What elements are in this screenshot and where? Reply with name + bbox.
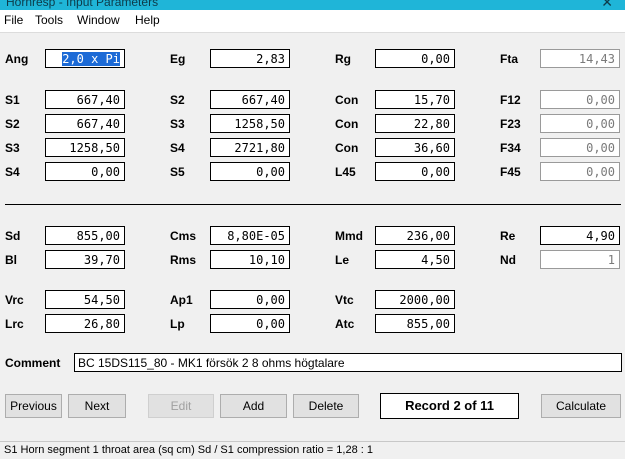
ang-field[interactable]: 2,0 x Pi xyxy=(45,49,125,68)
label-vrc: Vrc xyxy=(5,293,24,307)
eg-field[interactable]: 2,83 xyxy=(210,49,290,68)
ang-value: 2,0 x Pi xyxy=(62,52,120,66)
label-s3: S3 xyxy=(5,141,20,155)
label-ap1: Ap1 xyxy=(170,293,193,307)
label-rms: Rms xyxy=(170,253,197,267)
con1-field[interactable]: 15,70 xyxy=(375,90,455,109)
lp-field[interactable]: 0,00 xyxy=(210,314,290,333)
label-re: Re xyxy=(500,229,516,243)
f12-field: 0,00 xyxy=(540,90,620,109)
ap1-field[interactable]: 0,00 xyxy=(210,290,290,309)
label-s1: S1 xyxy=(5,93,20,107)
s3-field[interactable]: 1258,50 xyxy=(45,138,125,157)
delete-button[interactable]: Delete xyxy=(293,394,359,418)
label-lp: Lp xyxy=(170,317,185,331)
next-button[interactable]: Next xyxy=(68,394,126,418)
menu-window[interactable]: Window xyxy=(77,13,120,27)
s1-field[interactable]: 667,40 xyxy=(45,90,125,109)
f45-field: 0,00 xyxy=(540,162,620,181)
label-le: Le xyxy=(335,253,350,267)
edit-button: Edit xyxy=(148,394,214,418)
label-con-1: Con xyxy=(335,93,359,107)
label-vtc: Vtc xyxy=(335,293,354,307)
con3-field[interactable]: 36,60 xyxy=(375,138,455,157)
label-s5: S5 xyxy=(170,165,185,179)
s5-field[interactable]: 0,00 xyxy=(210,162,290,181)
close-icon[interactable]: ✕ xyxy=(601,0,613,10)
label-nd: Nd xyxy=(500,253,516,267)
comment-field[interactable]: BC 15DS115_80 - MK1 försök 2 8 ohms högt… xyxy=(74,353,622,372)
f34-field: 0,00 xyxy=(540,138,620,157)
label-s4: S4 xyxy=(5,165,20,179)
previous-button[interactable]: Previous xyxy=(5,394,62,418)
menu-tools[interactable]: Tools xyxy=(35,13,63,27)
label-fta: Fta xyxy=(500,52,518,66)
rg-field[interactable]: 0,00 xyxy=(375,49,455,68)
label-ang: Ang xyxy=(5,52,29,66)
label-l45: L45 xyxy=(335,165,356,179)
rms-field[interactable]: 10,10 xyxy=(210,250,290,269)
label-atc: Atc xyxy=(335,317,355,331)
label-f45: F45 xyxy=(500,165,521,179)
label-sd: Sd xyxy=(5,229,21,243)
label-cms: Cms xyxy=(170,229,197,243)
s3-seg2-field[interactable]: 1258,50 xyxy=(210,114,290,133)
status-bar: S1 Horn segment 1 throat area (sq cm) Sd… xyxy=(0,441,625,459)
s4-field[interactable]: 0,00 xyxy=(45,162,125,181)
label-f23: F23 xyxy=(500,117,521,131)
re-field[interactable]: 4,90 xyxy=(540,226,620,245)
nd-field[interactable]: 1 xyxy=(540,250,620,269)
label-con-3: Con xyxy=(335,141,359,155)
section-divider xyxy=(5,204,621,205)
window-title: Hornresp - Input Parameters xyxy=(6,0,159,9)
mmd-field[interactable]: 236,00 xyxy=(375,226,455,245)
label-lrc: Lrc xyxy=(5,317,24,331)
calculate-button[interactable]: Calculate xyxy=(541,394,621,418)
fta-field: 14,43 xyxy=(540,49,620,68)
record-indicator: Record 2 of 11 xyxy=(380,393,519,419)
s2-field[interactable]: 667,40 xyxy=(45,114,125,133)
label-f34: F34 xyxy=(500,141,521,155)
vrc-field[interactable]: 54,50 xyxy=(45,290,125,309)
con2-field[interactable]: 22,80 xyxy=(375,114,455,133)
le-field[interactable]: 4,50 xyxy=(375,250,455,269)
label-s2-seg2: S2 xyxy=(170,93,185,107)
sd-field[interactable]: 855,00 xyxy=(45,226,125,245)
lrc-field[interactable]: 26,80 xyxy=(45,314,125,333)
menu-help[interactable]: Help xyxy=(135,13,160,27)
label-bl: Bl xyxy=(5,253,17,267)
s2-seg2-field[interactable]: 667,40 xyxy=(210,90,290,109)
atc-field[interactable]: 855,00 xyxy=(375,314,455,333)
cms-field[interactable]: 8,80E-05 xyxy=(210,226,290,245)
s4-seg3-field[interactable]: 2721,80 xyxy=(210,138,290,157)
label-con-2: Con xyxy=(335,117,359,131)
label-rg: Rg xyxy=(335,52,351,66)
add-button[interactable]: Add xyxy=(220,394,287,418)
label-s4-seg3: S4 xyxy=(170,141,185,155)
vtc-field[interactable]: 2000,00 xyxy=(375,290,455,309)
f23-field: 0,00 xyxy=(540,114,620,133)
menu-file[interactable]: File xyxy=(4,13,23,27)
bl-field[interactable]: 39,70 xyxy=(45,250,125,269)
label-s2: S2 xyxy=(5,117,20,131)
label-s3-seg2: S3 xyxy=(170,117,185,131)
menu-bar: File Tools Window Help xyxy=(0,10,625,33)
label-eg: Eg xyxy=(170,52,186,66)
label-mmd: Mmd xyxy=(335,229,363,243)
label-f12: F12 xyxy=(500,93,521,107)
title-bar: Hornresp - Input Parameters ✕ xyxy=(0,0,625,10)
l45-field[interactable]: 0,00 xyxy=(375,162,455,181)
label-comment: Comment xyxy=(5,356,61,370)
